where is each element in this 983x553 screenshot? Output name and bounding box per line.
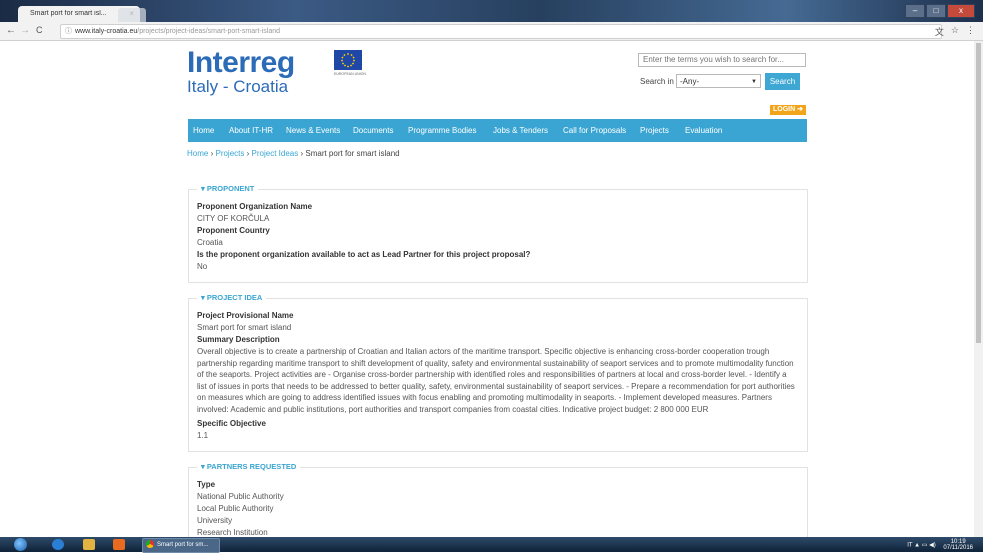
tab-title: Smart port for smart isl... bbox=[30, 10, 107, 17]
taskbar-task-label: Smart port for sm... bbox=[157, 542, 209, 548]
specific-objective-value: 1.1 bbox=[197, 431, 209, 440]
breadcrumb: Home › Projects › Project Ideas › Smart … bbox=[187, 149, 400, 158]
login-label: LOGIN bbox=[773, 106, 796, 113]
project-name-value: Smart port for smart island bbox=[197, 323, 292, 332]
nav-item-projects[interactable]: Projects bbox=[640, 126, 669, 135]
breadcrumb-separator: › bbox=[210, 149, 214, 158]
back-icon[interactable]: ← bbox=[6, 25, 16, 36]
search-scope-value: -Any- bbox=[680, 77, 700, 86]
volume-icon[interactable]: ◀) bbox=[929, 543, 936, 549]
new-tab-button[interactable] bbox=[118, 8, 146, 22]
eu-label: EUROPEAN UNION bbox=[334, 72, 366, 76]
partner-type-label: Type bbox=[197, 480, 216, 489]
interreg-logo[interactable]: Interreg bbox=[187, 47, 295, 79]
start-button[interactable] bbox=[14, 538, 27, 551]
vertical-scrollbar[interactable] bbox=[974, 41, 983, 537]
specific-objective-label: Specific Objective bbox=[197, 419, 266, 428]
nav-item-programme-bodies[interactable]: Programme Bodies bbox=[408, 126, 476, 135]
breadcrumb-project-ideas[interactable]: Project Ideas bbox=[252, 149, 299, 158]
bookmark-star-icon[interactable]: ☆ bbox=[951, 25, 959, 38]
forward-icon[interactable]: → bbox=[20, 25, 30, 36]
search-input[interactable] bbox=[638, 53, 806, 67]
nav-item-evaluation[interactable]: Evaluation bbox=[685, 126, 722, 135]
lead-partner-label: Is the proponent organization available … bbox=[197, 250, 531, 259]
tray-arrow-icon[interactable]: ▲ bbox=[914, 543, 920, 549]
nav-item-call-for-proposals[interactable]: Call for Proposals bbox=[563, 126, 626, 135]
scrollbar-thumb[interactable] bbox=[976, 43, 981, 343]
proponent-legend[interactable]: ▾ PROPONENT bbox=[197, 184, 259, 193]
url-text: www.italy-croatia.eu/projects/project-id… bbox=[75, 25, 280, 38]
nav-item-news-events[interactable]: News & Events bbox=[286, 126, 340, 135]
clock[interactable]: 10:19 07/11/2016 bbox=[943, 539, 973, 551]
search-scope-select[interactable]: -Any- ▼ bbox=[676, 74, 761, 88]
minimize-button[interactable]: – bbox=[905, 4, 925, 18]
breadcrumb-separator: › bbox=[300, 149, 304, 158]
org-name-label: Proponent Organization Name bbox=[197, 202, 313, 211]
url-input[interactable]: ⓘ www.italy-croatia.eu/projects/project-… bbox=[60, 24, 942, 39]
summary-value: Overall objective is to create a partner… bbox=[197, 347, 795, 414]
breadcrumb-separator: › bbox=[246, 149, 250, 158]
partners-legend[interactable]: ▾ PARTNERS REQUESTED bbox=[197, 462, 301, 471]
translate-icon[interactable]: 文 bbox=[935, 25, 944, 38]
taskbar-chrome-task[interactable]: Smart port for sm... bbox=[142, 538, 220, 553]
proponent-legend-label: PROPONENT bbox=[206, 184, 255, 193]
site-info-icon[interactable]: ⓘ bbox=[65, 25, 72, 38]
project-idea-legend[interactable]: ▾ PROJECT IDEA bbox=[197, 293, 267, 302]
country-value: Croatia bbox=[197, 238, 223, 247]
login-arrow-icon: ➔ bbox=[797, 106, 803, 113]
language-indicator[interactable]: IT bbox=[907, 543, 912, 549]
browser-menu-icon[interactable]: ⋮ bbox=[966, 25, 975, 38]
clock-date: 07/11/2016 bbox=[943, 545, 973, 551]
partner-type-item: Research Institution bbox=[197, 528, 268, 537]
url-path: /projects/project-ideas/smart-port-smart… bbox=[137, 28, 281, 35]
summary-label: Summary Description bbox=[197, 335, 280, 344]
breadcrumb-projects[interactable]: Projects bbox=[215, 149, 244, 158]
maximize-button[interactable]: □ bbox=[926, 4, 946, 18]
chevron-down-icon: ▼ bbox=[751, 79, 757, 85]
nav-item-about[interactable]: About IT-HR bbox=[229, 126, 273, 135]
chrome-icon bbox=[146, 540, 154, 549]
nav-item-jobs-tenders[interactable]: Jobs & Tenders bbox=[493, 126, 548, 135]
search-button[interactable]: Search bbox=[765, 73, 800, 90]
partner-type-item: Local Public Authority bbox=[197, 504, 274, 513]
reload-icon[interactable]: C bbox=[36, 25, 43, 35]
breadcrumb-home[interactable]: Home bbox=[187, 149, 208, 158]
browser-titlebar: Smart port for smart isl... × – □ x bbox=[0, 0, 983, 22]
nav-item-documents[interactable]: Documents bbox=[353, 126, 393, 135]
web-page: Interreg Italy - Croatia EUROPEAN UNION … bbox=[0, 41, 983, 537]
proponent-fieldset: ▾ PROPONENT Proponent Organization Name … bbox=[188, 184, 808, 283]
media-player-icon[interactable] bbox=[113, 539, 125, 550]
os-taskbar: Smart port for sm... IT ▲ ▭ ◀) 10:19 07/1… bbox=[0, 537, 983, 553]
window-close-button[interactable]: x bbox=[947, 4, 975, 18]
logo-subtitle: Italy - Croatia bbox=[187, 77, 289, 96]
project-idea-fieldset: ▾ PROJECT IDEA Project Provisional Name … bbox=[188, 293, 808, 452]
window-controls: – □ x bbox=[905, 4, 975, 18]
ie-icon[interactable] bbox=[52, 539, 64, 550]
partners-fieldset: ▾ PARTNERS REQUESTED Type National Publi… bbox=[188, 462, 808, 537]
system-tray: IT ▲ ▭ ◀) 10:19 07/11/2016 bbox=[907, 539, 973, 551]
file-explorer-icon[interactable] bbox=[83, 539, 95, 550]
partner-type-item: National Public Authority bbox=[197, 492, 284, 501]
search-in-label: Search in bbox=[640, 77, 674, 86]
network-icon[interactable]: ▭ bbox=[922, 543, 928, 549]
login-button[interactable]: LOGIN ➔ bbox=[770, 105, 806, 115]
project-name-label: Project Provisional Name bbox=[197, 311, 294, 320]
org-name-value: CITY OF KORČULA bbox=[197, 214, 270, 223]
url-host: www.italy-croatia.eu bbox=[75, 28, 138, 35]
eu-flag-icon bbox=[334, 50, 362, 70]
country-label: Proponent Country bbox=[197, 226, 270, 235]
partners-legend-label: PARTNERS REQUESTED bbox=[206, 462, 297, 471]
nav-item-home[interactable]: Home bbox=[193, 126, 214, 135]
address-bar: ← → C ⓘ www.italy-croatia.eu/projects/pr… bbox=[0, 22, 983, 41]
lead-partner-value: No bbox=[197, 262, 208, 271]
partner-type-item: University bbox=[197, 516, 233, 525]
project-idea-legend-label: PROJECT IDEA bbox=[206, 293, 263, 302]
main-nav: Home About IT-HR News & Events Documents… bbox=[188, 119, 807, 142]
breadcrumb-current: Smart port for smart island bbox=[305, 149, 400, 158]
